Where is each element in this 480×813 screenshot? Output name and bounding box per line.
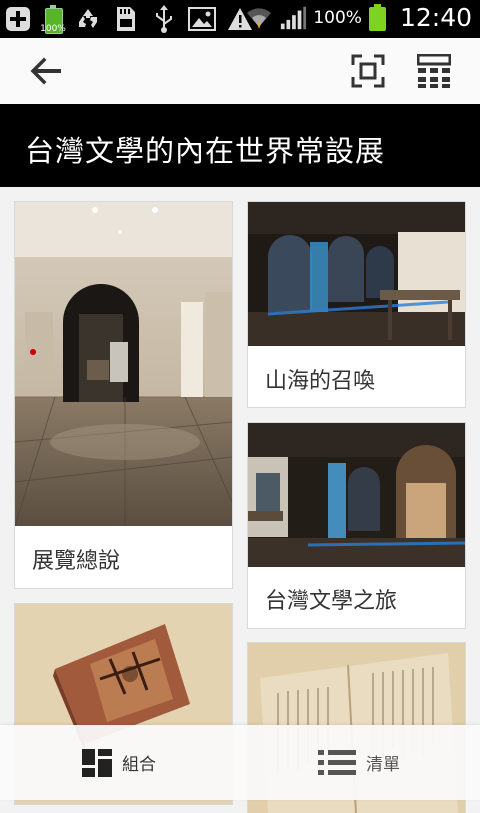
grid-view-tab[interactable]: 組合	[82, 725, 156, 800]
signal-icon	[279, 4, 307, 32]
card-label: 山海的召喚	[265, 369, 376, 394]
status-bar: 100% 100% 12:40	[0, 0, 480, 38]
list-icon	[318, 749, 356, 775]
battery-small-percent: 100%	[40, 24, 66, 34]
battery-icon	[368, 3, 388, 32]
back-button[interactable]	[22, 38, 70, 104]
list-view-tab[interactable]: 清單	[318, 725, 400, 800]
usb-icon	[150, 5, 178, 33]
page-title: 台灣文學的內在世界常設展	[25, 134, 386, 168]
exhibit-photo	[15, 202, 232, 526]
exhibit-photo	[248, 423, 465, 567]
card-label: 展覽總說	[32, 549, 121, 574]
exhibit-card[interactable]: 台灣文學之旅	[248, 423, 465, 628]
list-view-label: 清單	[366, 755, 400, 775]
scan-icon	[351, 54, 385, 88]
bottom-navigation: 組合 清單	[0, 725, 480, 800]
toolbar	[0, 38, 480, 104]
grid-view-label: 組合	[122, 755, 156, 775]
exhibit-photo	[248, 202, 465, 346]
title-bar: 台灣文學的內在世界常設展	[0, 104, 480, 187]
sd-card-icon	[112, 5, 140, 33]
arrow-left-icon	[30, 57, 61, 85]
scan-button[interactable]	[344, 38, 392, 104]
qr-code-button[interactable]	[410, 38, 458, 104]
add-icon	[4, 5, 32, 33]
exhibit-card[interactable]: 山海的召喚	[248, 202, 465, 407]
exhibit-card[interactable]: 展覽總說	[15, 202, 232, 588]
card-label: 台灣文學之旅	[265, 589, 398, 614]
battery-icon: 100%	[40, 4, 66, 34]
status-right: 100% 12:40	[245, 3, 472, 32]
grid-icon	[82, 748, 112, 777]
qr-grid-icon	[417, 54, 451, 88]
recycle-icon	[74, 5, 102, 33]
image-icon	[188, 5, 216, 33]
clock: 12:40	[399, 3, 472, 32]
wifi-icon	[245, 4, 273, 32]
status-left-icons: 100%	[4, 4, 254, 34]
battery-percent: 100%	[313, 7, 362, 28]
